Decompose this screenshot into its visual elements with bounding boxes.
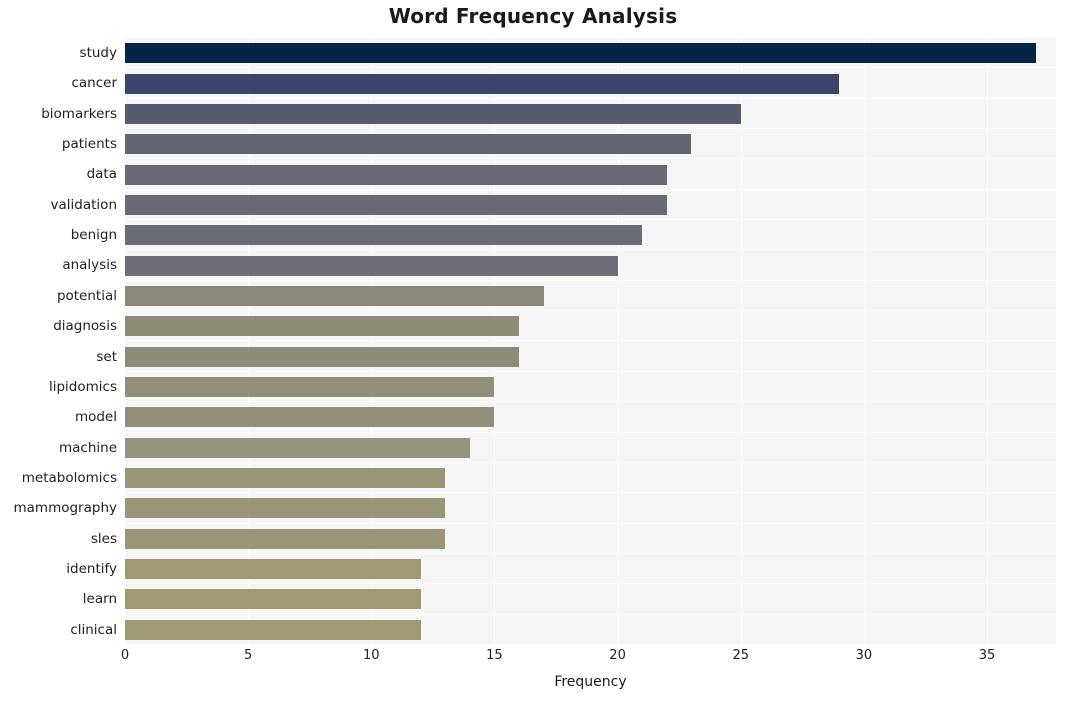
bar[interactable]	[125, 377, 495, 398]
bar[interactable]	[125, 134, 692, 155]
bar-row[interactable]	[125, 433, 1056, 463]
bar[interactable]	[125, 619, 421, 640]
bar[interactable]	[125, 407, 495, 428]
y-axis-tick-label: cancer	[71, 75, 117, 92]
bar-row[interactable]	[125, 129, 1056, 160]
y-axis-tick-label: study	[79, 45, 117, 61]
bar[interactable]	[125, 255, 618, 276]
bar-row[interactable]	[125, 250, 1056, 281]
bar-row[interactable]	[125, 38, 1056, 69]
y-axis-tick-label: benign	[70, 227, 117, 244]
y-axis-tick-label: lipidomics	[48, 378, 117, 395]
x-axis-title: Frequency	[554, 674, 627, 690]
bar[interactable]	[125, 103, 741, 124]
bar[interactable]	[125, 589, 421, 610]
bar[interactable]	[125, 285, 544, 306]
bar[interactable]	[125, 346, 520, 367]
y-axis-tick-label: biomarkers	[41, 105, 117, 122]
bar-row[interactable]	[125, 190, 1056, 221]
bar[interactable]	[125, 225, 643, 246]
bar[interactable]	[125, 498, 446, 519]
y-axis-tick-label: data	[86, 166, 117, 183]
bar-row[interactable]	[125, 493, 1056, 524]
bar[interactable]	[125, 43, 1037, 64]
word-frequency-chart: Word Frequency Analysis study cancer bioma…	[0, 0, 1066, 701]
plot-area	[125, 38, 1056, 645]
y-axis-tick-label: identify	[66, 560, 117, 577]
y-axis-tick-label: model	[74, 409, 117, 426]
bar[interactable]	[125, 164, 667, 185]
y-axis-tick-label: diagnosis	[53, 318, 117, 335]
bar-row[interactable]	[125, 584, 1056, 615]
y-axis-tick-label: clinical	[70, 621, 117, 638]
y-axis-tick-label: analysis	[62, 257, 117, 274]
bar-row[interactable]	[125, 159, 1056, 190]
bar[interactable]	[125, 559, 421, 580]
bar-row[interactable]	[125, 342, 1056, 372]
bar[interactable]	[125, 437, 470, 458]
bar-row[interactable]	[125, 311, 1056, 342]
y-axis-tick-label: metabolomics	[21, 469, 117, 486]
x-axis-tick-label: 30	[855, 648, 873, 663]
x-axis-tick-label: 25	[732, 648, 750, 663]
bar-row[interactable]	[125, 463, 1056, 494]
y-axis-tick-label: machine	[58, 439, 117, 456]
bar-row[interactable]	[125, 554, 1056, 585]
x-axis-tick-label: 35	[978, 648, 996, 663]
bar[interactable]	[125, 468, 446, 489]
x-axis-tick-label: 0	[120, 648, 130, 663]
bar-row[interactable]	[125, 281, 1056, 312]
y-axis-tick-label: potential	[56, 287, 117, 304]
bars-layer	[125, 38, 1056, 645]
row-separator	[125, 643, 1056, 645]
bar-row[interactable]	[125, 220, 1056, 251]
bar-row[interactable]	[125, 99, 1056, 130]
y-axis-tick-label: set	[96, 348, 117, 365]
bar[interactable]	[125, 316, 520, 337]
bar-row[interactable]	[125, 615, 1056, 645]
x-axis-tick-label: 5	[244, 648, 253, 663]
chart-title: Word Frequency Analysis	[388, 4, 678, 28]
bar[interactable]	[125, 194, 667, 215]
bar-row[interactable]	[125, 524, 1056, 554]
y-axis-tick-label: patients	[61, 136, 117, 153]
y-axis-tick-label: validation	[50, 196, 117, 213]
bar[interactable]	[125, 528, 446, 549]
bar-row[interactable]	[125, 402, 1056, 433]
y-axis-tick-label: mammography	[13, 500, 118, 517]
x-axis-tick-label: 15	[486, 648, 503, 663]
y-axis-tick-label: learn	[82, 591, 117, 608]
x-axis-tick-label: 10	[363, 648, 380, 663]
y-axis-labels: study cancer biomarkers patients data validat…	[0, 38, 118, 645]
x-axis-ticks: 0 5 10 15 20 25 30 35	[0, 648, 1066, 672]
x-axis-tick-label: 20	[609, 648, 626, 663]
bar-row[interactable]	[125, 372, 1056, 403]
bar-row[interactable]	[125, 68, 1056, 99]
bar[interactable]	[125, 73, 840, 94]
y-axis-tick-label: sles	[90, 530, 117, 547]
